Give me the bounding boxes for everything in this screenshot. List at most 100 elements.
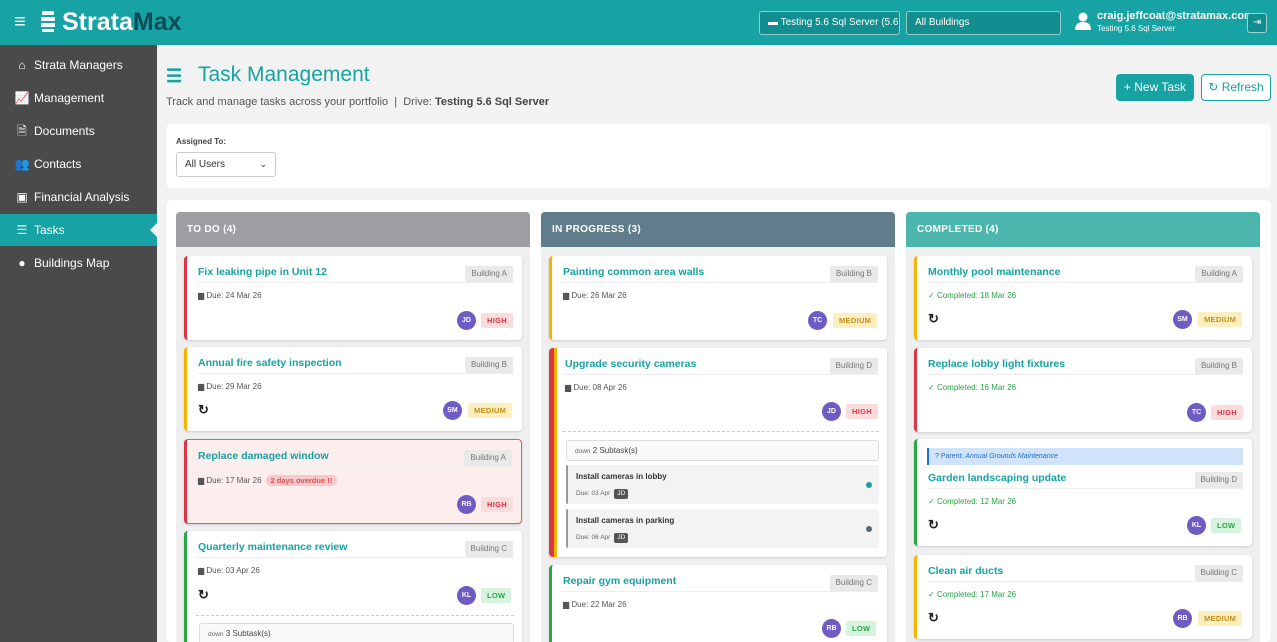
task-title[interactable]: Quarterly maintenance review (198, 541, 347, 553)
completed-date: ✓ Completed: 16 Mar 26 (928, 383, 1017, 392)
task-card[interactable]: Fix leaking pipe in Unit 12 Building A ▆… (184, 256, 522, 340)
refresh-icon: ↻ (1208, 80, 1219, 94)
priority-badge: HIGH (481, 313, 513, 328)
refresh-button[interactable]: ↻ Refresh (1201, 74, 1271, 101)
building-badge: Building B (464, 357, 513, 373)
task-title[interactable]: Clean air ducts (928, 565, 1003, 577)
subtasks-toggle[interactable]: down 2 Subtask(s) (566, 440, 879, 461)
avatar: SM (443, 401, 462, 420)
recurring-icon: ↻ (198, 402, 209, 417)
user-server: Testing 5.6 Sql Server (1097, 24, 1176, 33)
calendar-icon: ▆ (198, 566, 205, 575)
task-card[interactable]: ? Parent: Annual Grounds Maintenance Gar… (914, 439, 1252, 546)
due-date: ▆ Due: 03 Apr 26 (198, 566, 260, 575)
sidebar-item-strata-managers[interactable]: ⌂ Strata Managers (0, 49, 157, 81)
priority-badge: MEDIUM (1198, 611, 1243, 626)
priority-badge: MEDIUM (1198, 312, 1243, 327)
parent-task-tag[interactable]: ? Parent: Annual Grounds Maintenance (927, 448, 1243, 465)
chevron-down-icon: down (575, 448, 591, 455)
status-dot (866, 482, 872, 488)
sidebar-item-buildings-map[interactable]: ● Buildings Map (0, 247, 157, 279)
recurring-icon: ↻ (928, 610, 939, 625)
assigned-to-select[interactable]: All Users ⌄ (176, 152, 276, 177)
task-title[interactable]: Replace damaged window (198, 450, 329, 462)
subtask-due: Due: 06 Apr JD (576, 533, 629, 543)
app-logo[interactable]: StrataMax (62, 8, 182, 36)
building-badge: Building D (829, 358, 878, 374)
sidebar-item-management[interactable]: 📈 Management (0, 82, 157, 114)
task-card[interactable]: Replace lobby light fixtures Building B … (914, 348, 1252, 432)
task-card[interactable]: Monthly pool maintenance Building A ✓ Co… (914, 256, 1252, 340)
task-title[interactable]: Fix leaking pipe in Unit 12 (198, 266, 327, 278)
logout-button[interactable]: ⇥ (1247, 13, 1267, 33)
task-title[interactable]: Painting common area walls (563, 266, 704, 278)
priority-badge: LOW (481, 588, 512, 603)
page-subtitle: Track and manage tasks across your portf… (166, 96, 550, 108)
avatar: JD (822, 402, 841, 421)
new-task-button[interactable]: + New Task (1116, 74, 1194, 101)
subtasks-toggle[interactable]: down 3 Subtask(s) (199, 623, 514, 642)
subtask-item[interactable]: Install cameras in parking Due: 06 Apr JD (566, 509, 879, 548)
recurring-icon: ↻ (928, 311, 939, 326)
task-title[interactable]: Repair gym equipment (563, 575, 676, 587)
building-selector[interactable]: All Buildings (906, 11, 1061, 35)
users-icon: 👥 (14, 157, 30, 171)
task-title[interactable]: Annual fire safety inspection (198, 357, 342, 369)
task-card-overdue[interactable]: Replace damaged window Building A ▆ Due:… (184, 439, 522, 524)
avatar: KL (457, 586, 476, 605)
due-date: ▆ Due: 26 Mar 26 (563, 291, 627, 300)
recurring-icon: ↻ (928, 517, 939, 532)
sign-out-icon: ⇥ (1252, 17, 1262, 28)
task-title[interactable]: Garden landscaping update (928, 472, 1066, 484)
task-title[interactable]: Replace lobby light fixtures (928, 358, 1065, 370)
sidebar-item-tasks[interactable]: ☰ Tasks (0, 214, 157, 246)
priority-badge: LOW (1211, 518, 1242, 533)
due-date: ▆ Due: 24 Mar 26 (198, 291, 262, 300)
filter-panel: Assigned To: All Users ⌄ (166, 124, 1271, 188)
page-title: Task Management (198, 63, 370, 86)
due-date: ▆ Due: 17 Mar 26 2 days overdue !! (198, 475, 338, 486)
task-title[interactable]: Upgrade security cameras (565, 358, 696, 370)
column-in-progress: IN PROGRESS (3) Painting common area wal… (541, 212, 895, 642)
calendar-icon: ▆ (198, 382, 205, 391)
priority-badge: HIGH (481, 497, 513, 512)
calendar-icon: ▆ (198, 476, 205, 485)
column-completed: COMPLETED (4) Monthly pool maintenance B… (906, 212, 1260, 642)
chevron-down-icon: down (208, 631, 224, 638)
avatar: RB (1173, 609, 1192, 628)
sidebar-item-contacts[interactable]: 👥 Contacts (0, 148, 157, 180)
subtask-title: Install cameras in parking (576, 516, 675, 525)
assigned-to-label: Assigned To: (176, 137, 227, 146)
sidebar-item-documents[interactable]: 🗎 Documents (0, 115, 157, 147)
logo-icon (41, 11, 55, 32)
due-date: ▆ Due: 29 Mar 26 (198, 382, 262, 391)
calendar-icon: ▆ (198, 291, 205, 300)
tasks-icon: ☰ (166, 66, 183, 86)
task-title[interactable]: Monthly pool maintenance (928, 266, 1060, 278)
sidebar: ⌂ Strata Managers 📈 Management 🗎 Documents … (0, 45, 157, 642)
task-card[interactable]: Annual fire safety inspection Building B… (184, 347, 522, 431)
due-date: ▆ Due: 22 Mar 26 (563, 600, 627, 609)
task-card[interactable]: Painting common area walls Building B ▆ … (549, 256, 887, 340)
completed-date: ✓ Completed: 12 Mar 26 (928, 497, 1017, 506)
task-card[interactable]: Upgrade security cameras Building D ▆ Du… (549, 348, 887, 557)
task-card[interactable]: Clean air ducts Building C ✓ Completed: … (914, 555, 1252, 639)
check-icon: ✓ (928, 291, 935, 300)
avatar: KL (1187, 516, 1206, 535)
subtask-item[interactable]: Install cameras in lobby Due: 03 Apr JD (566, 465, 879, 504)
priority-badge: MEDIUM (833, 313, 878, 328)
subtask-assignee: JD (614, 533, 629, 543)
building-badge: Building C (464, 541, 513, 557)
building-badge: Building B (829, 266, 878, 282)
task-card[interactable]: Repair gym equipment Building C ▆ Due: 2… (549, 565, 887, 642)
hamburger-icon[interactable]: ≡ (14, 12, 26, 32)
map-pin-icon: ● (18, 256, 26, 270)
sidebar-item-financial-analysis[interactable]: ▣ Financial Analysis (0, 181, 157, 213)
drive-name: Testing 5.6 Sql Server (435, 96, 550, 108)
subtask-assignee: JD (614, 489, 629, 499)
server-selector[interactable]: ▬ Testing 5.6 Sql Server (5.6. (759, 11, 900, 35)
subtask-title: Install cameras in lobby (576, 472, 667, 481)
building-badge: Building D (1194, 472, 1243, 488)
task-card[interactable]: Quarterly maintenance review Building C … (184, 531, 522, 642)
completed-date: ✓ Completed: 17 Mar 26 (928, 590, 1017, 599)
